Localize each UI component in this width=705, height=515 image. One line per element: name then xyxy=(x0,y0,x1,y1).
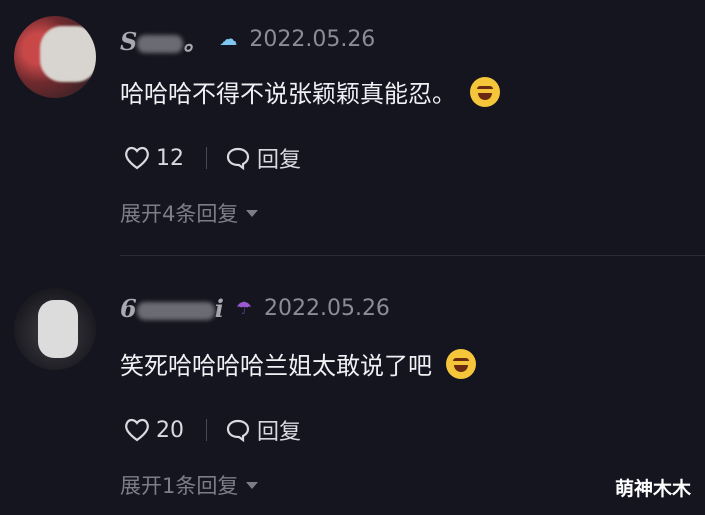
cloud-icon: ☁ xyxy=(219,29,238,50)
heart-icon xyxy=(124,146,150,170)
comment-divider xyxy=(120,255,705,256)
like-count: 12 xyxy=(156,145,184,171)
reply-button[interactable]: 回复 xyxy=(225,414,301,446)
expand-replies-button[interactable]: 展开4条回复 xyxy=(120,198,259,228)
avatar[interactable] xyxy=(14,288,96,370)
chevron-down-icon xyxy=(246,481,259,489)
umbrella-icon: ☂ xyxy=(235,298,252,319)
username-blur xyxy=(136,301,215,320)
laughing-tears-emoji-icon xyxy=(470,76,500,107)
reply-label: 回复 xyxy=(257,420,302,445)
avatar[interactable] xyxy=(14,16,96,98)
comment-date: 2022.05.26 xyxy=(249,27,376,52)
like-count: 20 xyxy=(156,417,184,443)
comment-date: 2022.05.26 xyxy=(263,296,390,321)
grinning-sweat-emoji-icon xyxy=(446,348,476,379)
heart-icon xyxy=(124,418,150,442)
comment-text: 笑死哈哈哈哈兰姐太敢说了吧 xyxy=(120,346,476,381)
divider xyxy=(206,419,207,441)
expand-replies-button[interactable]: 展开1条回复 xyxy=(120,470,259,500)
chevron-down-icon xyxy=(246,209,259,217)
username[interactable]: 6i xyxy=(120,294,224,323)
reply-label: 回复 xyxy=(257,148,302,173)
like-button[interactable]: 12 xyxy=(124,146,184,171)
like-button[interactable]: 20 xyxy=(124,418,184,443)
comment-item: 6i ☂ 2022.05.26 笑死哈哈哈哈兰姐太敢说了吧 20 回复 展开1条… xyxy=(0,258,705,515)
comment-item: S。 ☁ 2022.05.26 哈哈哈不得不说张颖颖真能忍。 12 回复 展开4… xyxy=(0,0,705,255)
chat-bubble-icon xyxy=(225,418,251,442)
comment-meta: 6i ☂ 2022.05.26 xyxy=(120,294,390,323)
divider xyxy=(206,147,207,169)
chat-bubble-icon xyxy=(225,146,251,170)
comment-actions: 12 回复 xyxy=(124,142,301,174)
comment-actions: 20 回复 xyxy=(124,414,301,446)
comment-text: 哈哈哈不得不说张颖颖真能忍。 xyxy=(120,74,500,109)
username[interactable]: S。 xyxy=(120,22,207,57)
watermark: 萌神木木 xyxy=(614,478,691,500)
username-blur xyxy=(137,34,184,53)
reply-button[interactable]: 回复 xyxy=(225,142,301,174)
comment-meta: S。 ☁ 2022.05.26 xyxy=(120,22,375,57)
